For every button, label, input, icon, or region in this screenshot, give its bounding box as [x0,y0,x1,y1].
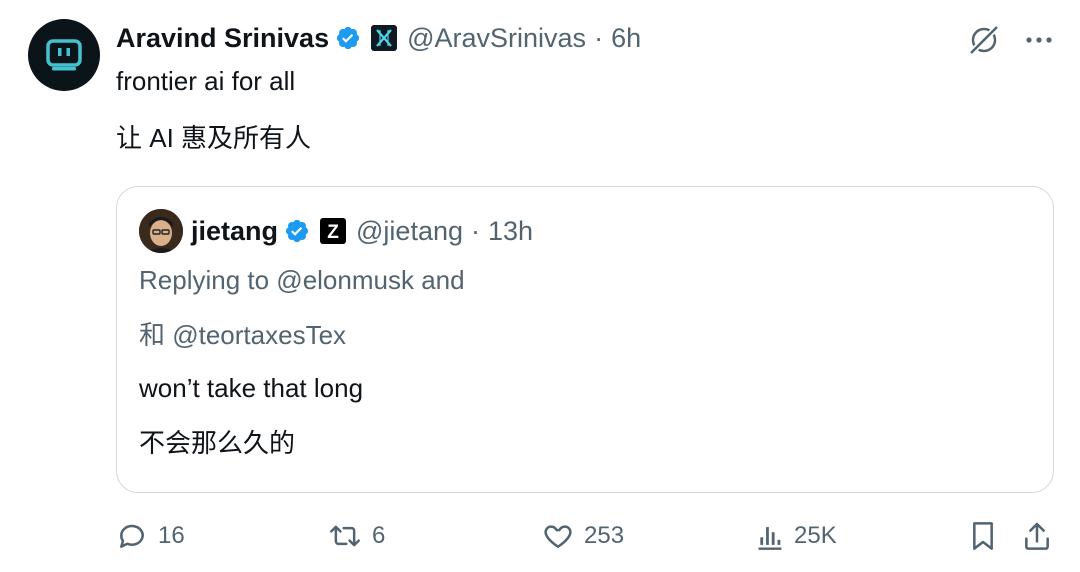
quoted-text-line-2: 不会那么久的 [139,428,296,458]
quoted-author-handle[interactable]: @jietang [356,216,463,247]
repost-count: 6 [372,522,386,549]
tweet-header: Aravind Srinivas @AravSrinivas · 6h [116,18,641,58]
tweet-text-line-2: 让 AI 惠及所有人 [116,123,312,153]
bookmark-icon [968,520,998,552]
quoted-separator: · [471,215,480,246]
perplexity-logo-icon [46,39,82,71]
like-icon [542,520,574,552]
reply-icon [116,520,148,552]
quoted-tweet-time[interactable]: 13h [488,216,533,247]
repost-button[interactable]: 6 [328,516,385,556]
views-button[interactable]: 25K [756,516,837,556]
like-count: 253 [584,522,625,549]
author-name[interactable]: Aravind Srinivas [116,23,329,54]
quoted-author-name[interactable]: jietang [191,216,278,247]
repost-icon [328,520,362,552]
quoted-text-line-1: won’t take that long [139,373,364,403]
quoted-affiliation-badge-icon[interactable]: Z [320,218,347,244]
author-handle[interactable]: @AravSrinivas [407,23,586,54]
reply-button[interactable]: 16 [116,516,185,556]
replying-to-line-2[interactable]: 和 @teortaxesTex [139,315,346,352]
quoted-tweet-header: jietang Z @jietang · 13h [191,211,533,251]
tweet-time[interactable]: 6h [611,23,641,54]
separator: · [594,22,604,53]
verified-badge-icon[interactable] [335,25,361,51]
svg-text:Z: Z [327,222,339,243]
more-icon[interactable] [1024,25,1054,55]
quoted-author-avatar[interactable] [139,209,183,253]
views-icon [756,520,784,552]
author-avatar[interactable] [28,19,100,91]
quoted-verified-badge-icon[interactable] [284,218,310,244]
replying-to-line-1[interactable]: Replying to @elonmusk and [139,265,465,296]
reply-count: 16 [158,522,185,549]
like-button[interactable]: 253 [542,516,624,556]
top-actions [966,22,1054,58]
affiliation-badge-icon[interactable] [371,25,398,51]
share-icon [1022,520,1052,552]
tweet-text-line-1: frontier ai for all [116,66,296,96]
views-count: 25K [794,522,837,549]
share-button[interactable] [1022,516,1052,556]
grok-icon[interactable] [966,22,1002,58]
bookmark-button[interactable] [968,516,998,556]
quoted-tweet-card[interactable]: jietang Z @jietang · 13h Replying to @el… [116,186,1054,493]
